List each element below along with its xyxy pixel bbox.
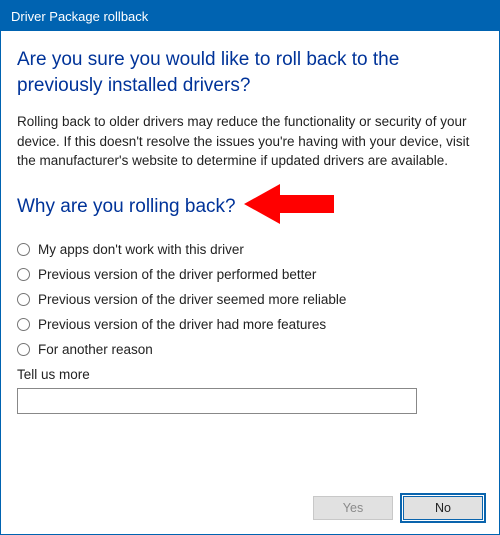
reason-option[interactable]: My apps don't work with this driver <box>17 242 483 257</box>
reason-label: Previous version of the driver seemed mo… <box>38 292 346 307</box>
reason-radio[interactable] <box>17 243 30 256</box>
reason-radio[interactable] <box>17 293 30 306</box>
arrow-shape <box>244 184 334 224</box>
reason-radio[interactable] <box>17 343 30 356</box>
body-text: Rolling back to older drivers may reduce… <box>17 112 483 171</box>
reason-label: For another reason <box>38 342 153 357</box>
rollback-reason-group: My apps don't work with this driver Prev… <box>17 242 483 357</box>
yes-button: Yes <box>313 496 393 520</box>
reason-radio[interactable] <box>17 268 30 281</box>
window-title: Driver Package rollback <box>11 9 148 24</box>
titlebar: Driver Package rollback <box>1 1 499 31</box>
reason-label: Previous version of the driver had more … <box>38 317 326 332</box>
reason-option[interactable]: Previous version of the driver performed… <box>17 267 483 282</box>
reason-radio[interactable] <box>17 318 30 331</box>
annotation-arrow-icon <box>244 181 334 232</box>
tell-us-more-label: Tell us more <box>17 367 483 382</box>
no-button[interactable]: No <box>403 496 483 520</box>
dialog-button-row: Yes No <box>313 496 483 520</box>
dialog-content: Are you sure you would like to roll back… <box>1 31 499 414</box>
reason-option[interactable]: For another reason <box>17 342 483 357</box>
why-heading: Why are you rolling back? <box>17 195 236 220</box>
main-heading: Are you sure you would like to roll back… <box>17 47 483 98</box>
dialog-window: Driver Package rollback Are you sure you… <box>0 0 500 535</box>
reason-option[interactable]: Previous version of the driver had more … <box>17 317 483 332</box>
reason-option[interactable]: Previous version of the driver seemed mo… <box>17 292 483 307</box>
why-row: Why are you rolling back? <box>17 181 483 232</box>
tell-us-more-input[interactable] <box>17 388 417 414</box>
reason-label: Previous version of the driver performed… <box>38 267 316 282</box>
reason-label: My apps don't work with this driver <box>38 242 244 257</box>
